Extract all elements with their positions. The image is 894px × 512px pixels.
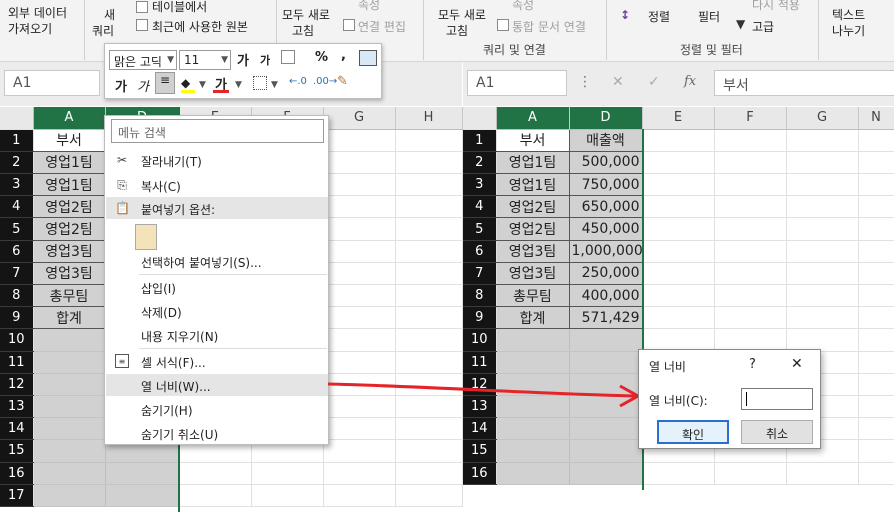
text-caret	[746, 391, 747, 406]
column-width-dialog: 열 너비 ? ✕ 열 너비(C): 확인 취소	[638, 349, 821, 449]
cancel-button[interactable]: 취소	[741, 420, 813, 444]
ok-button[interactable]: 확인	[657, 420, 729, 444]
help-icon[interactable]: ?	[749, 357, 756, 372]
column-width-label: 열 너비(C):	[649, 394, 708, 408]
dialog-title: 열 너비	[649, 360, 686, 374]
arrow-line	[327, 382, 637, 398]
close-icon[interactable]: ✕	[791, 356, 803, 372]
column-width-input[interactable]	[741, 388, 813, 410]
